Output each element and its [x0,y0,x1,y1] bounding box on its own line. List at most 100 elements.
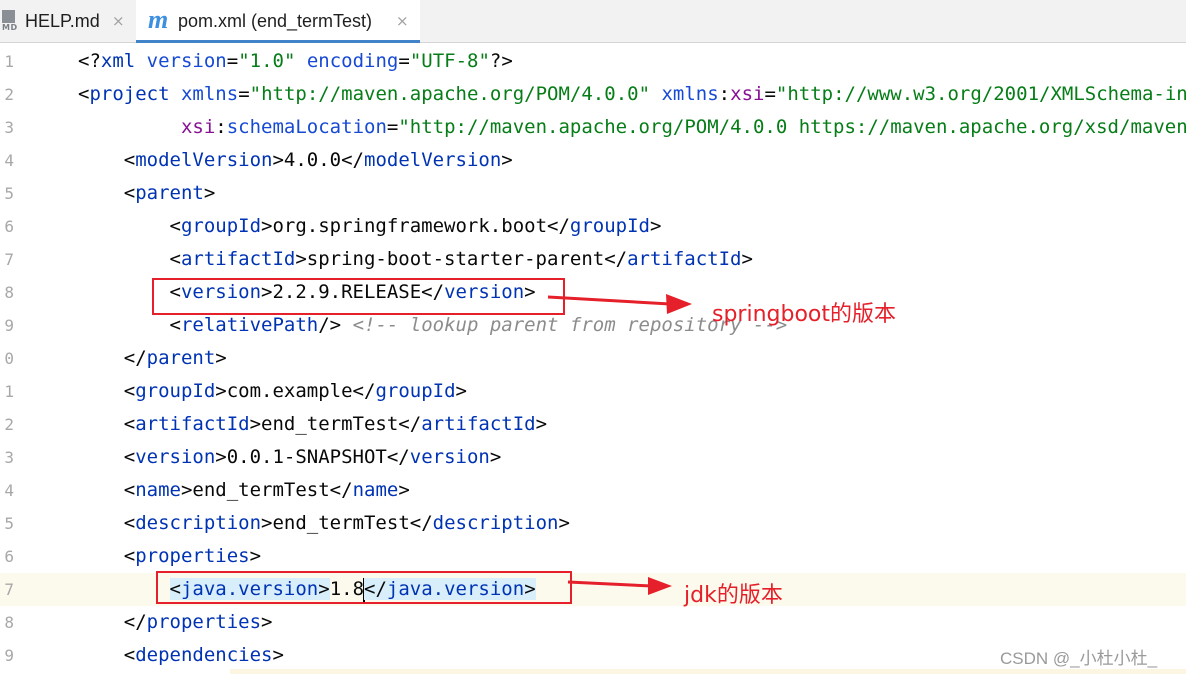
code-token: schemaLocation [226,116,387,138]
code-token: ?> [489,50,513,72]
code-token: > [535,413,548,435]
code-token: < [78,314,181,336]
code-token: < [78,248,181,270]
code-token: parent [146,347,216,369]
code-token: > [249,545,262,567]
code-token: < [78,380,136,402]
code-line[interactable]: 3 <version>0.0.1-SNAPSHOT</version> [0,441,1186,474]
code-token: dependencies [135,644,273,666]
code-token: < [78,446,136,468]
code-line[interactable]: 6 <properties> [0,540,1186,573]
close-icon[interactable]: × [112,12,125,30]
code-line[interactable]: 5 <parent> [0,177,1186,210]
code-text: <properties> [78,540,261,573]
line-number: 3 [4,118,14,137]
code-token: : [718,83,731,105]
code-token: = [226,50,239,72]
code-token: description [135,512,262,534]
code-token: = [764,83,776,105]
code-token: xsi [180,116,216,138]
code-text: </properties> [78,606,273,639]
line-number: 7 [4,250,14,269]
code-line[interactable]: 4 <name>end_termTest</name> [0,474,1186,507]
close-icon[interactable]: × [396,12,409,30]
code-line[interactable]: 1 <groupId>com.example</groupId> [0,375,1186,408]
code-token: groupId [375,380,456,402]
editor-scroll-band [230,669,1186,674]
attribute-value: "1.0" [238,50,296,72]
code-token: > [501,149,513,171]
line-number: 1 [4,382,14,401]
line-number: 5 [4,514,14,533]
code-token: xmlns [661,83,719,105]
code-line[interactable]: 4 <modelVersion>4.0.0</modelVersion> [0,144,1186,177]
code-line[interactable]: 5 <description>end_termTest</description… [0,507,1186,540]
code-line[interactable]: 8 </properties> [0,606,1186,639]
code-text: <description>end_termTest</description> [78,507,570,540]
code-line[interactable]: 7 <artifactId>spring-boot-starter-parent… [0,243,1186,276]
line-number: 5 [4,184,14,203]
code-token: properties [135,545,250,567]
code-text: <name>end_termTest</name> [78,474,410,507]
attribute-value: "UTF-8" [409,50,490,72]
code-token: > [398,479,410,501]
code-text: <artifactId>spring-boot-starter-parent</… [78,243,753,276]
code-text: <parent> [78,177,216,210]
springboot-version-arrow [547,294,692,314]
code-line[interactable]: 1 <?xml version="1.0" encoding="UTF-8"?> [0,45,1186,78]
code-text: <project xmlns="http://maven.apache.org/… [78,78,1186,111]
code-token: xsi [730,83,765,105]
code-token: version [135,446,216,468]
code-line[interactable]: 2 <project xmlns="http://maven.apache.org… [0,78,1186,111]
code-token: version [409,446,490,468]
line-number: 4 [4,151,14,170]
code-line[interactable]: 6 <groupId>org.springframework.boot</gro… [0,210,1186,243]
jdk-version-arrow [567,577,672,595]
line-number: 9 [4,646,14,665]
springboot-version-note: springboot的版本 [712,302,897,327]
code-token: > [558,512,570,534]
code-token: > [203,182,216,204]
code-token: artifactId [627,248,742,270]
code-token: name [352,479,399,501]
code-token: /> [318,314,353,336]
line-number: 8 [4,283,14,302]
code-token: = [238,83,250,105]
code-token: : [215,116,227,138]
code-token: < [78,149,136,171]
code-token: properties [146,611,262,633]
code-token: >end_termTest</ [180,479,353,501]
code-token: groupId [569,215,650,237]
code-token: description [432,512,559,534]
line-number: 2 [4,85,14,104]
markdown-file-icon: MD [2,10,20,34]
code-token: <? [78,50,101,72]
code-token: name [135,479,181,501]
line-number: 2 [4,415,14,434]
editor-tab-bar: MD HELP.md × m pom.xml (end_termTest) × [0,0,1186,43]
code-token: groupId [135,380,216,402]
code-token: > [261,611,273,633]
code-token: < [78,215,181,237]
code-token: project [89,83,170,105]
code-line[interactable]: 0 </parent> [0,342,1186,375]
tab-pom-xml[interactable]: m pom.xml (end_termTest) × [136,0,420,43]
code-text: <modelVersion>4.0.0</modelVersion> [78,144,513,177]
attribute-value: "http://www.w3.org/2001/XMLSchema-instan… [775,83,1186,105]
code-token: > [741,248,753,270]
code-token: < [78,182,136,204]
code-line[interactable]: 3 xsi:schemaLocation="http://maven.apach… [0,111,1186,144]
code-token: >4.0.0</ [272,149,364,171]
code-token: xmlns [180,83,239,105]
code-text: <groupId>com.example</groupId> [78,375,467,408]
tab-help-md[interactable]: MD HELP.md × [0,0,136,42]
attribute-value: "http://maven.apache.org/POM/4.0.0" [249,83,651,105]
code-token: </ [78,611,147,633]
code-line[interactable]: 2 <artifactId>end_termTest</artifactId> [0,408,1186,441]
code-token: = [398,50,410,72]
code-token: xml [100,50,136,72]
